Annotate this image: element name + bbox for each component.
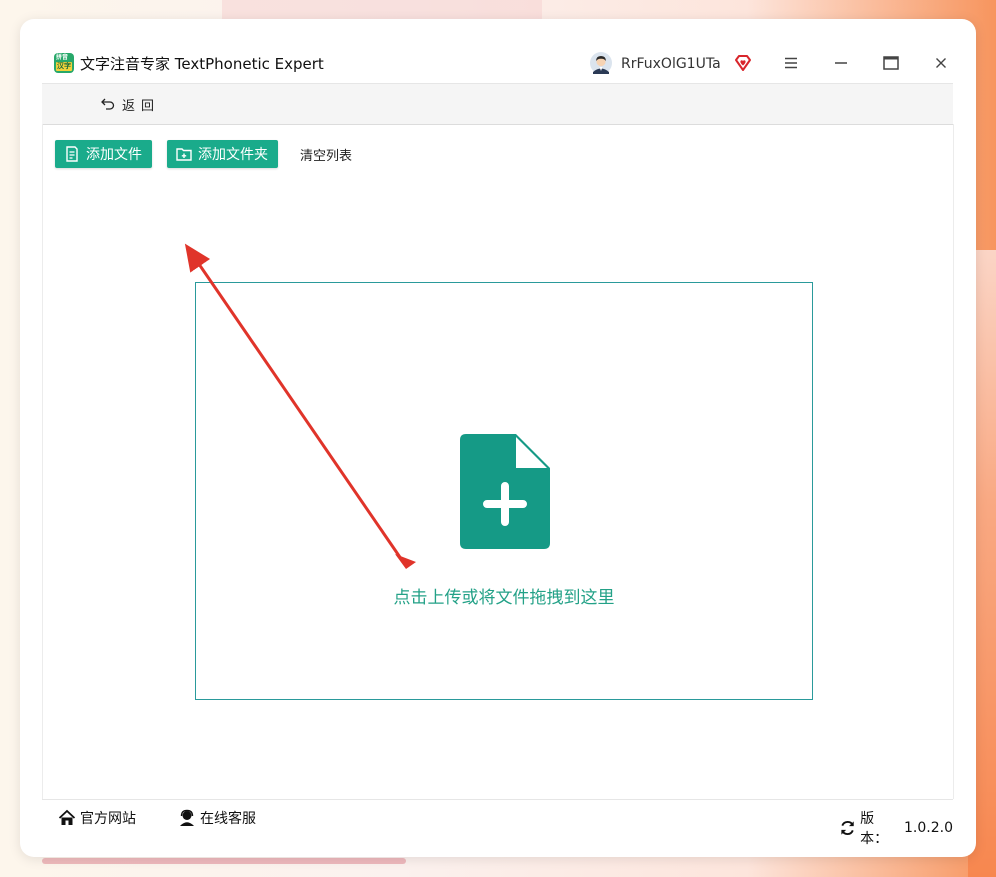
add-file-button[interactable]: 添加文件 [55, 140, 152, 168]
app-logo-icon: 拼音 汉字 [54, 53, 74, 73]
version-number: 1.0.2.0 [904, 820, 953, 836]
app-title: 文字注音专家 TextPhonetic Expert [80, 55, 324, 73]
navigation-bar: 返回 [42, 83, 953, 125]
background-decoration-bottom [42, 858, 406, 864]
maximize-icon[interactable] [879, 51, 903, 75]
file-list-icon [66, 146, 78, 162]
back-label: 返回 [122, 98, 161, 114]
user-avatar-icon[interactable] [590, 52, 612, 74]
add-folder-label: 添加文件夹 [198, 147, 268, 163]
official-website-label: 官方网站 [80, 811, 136, 827]
folder-plus-icon [176, 148, 192, 161]
version-label: 版本： [860, 811, 889, 847]
title-bar: 拼音 汉字 文字注音专家 TextPhonetic Expert RrFuxOl… [20, 19, 976, 83]
minimize-icon[interactable] [829, 51, 853, 75]
online-service-label: 在线客服 [200, 811, 256, 827]
clear-list-button[interactable]: 清空列表 [300, 145, 352, 164]
app-window: 拼音 汉字 文字注音专家 TextPhonetic Expert RrFuxOl… [20, 19, 976, 857]
footer-bar: 官方网站 在线客服 版本： 1.0.2.0 [42, 799, 953, 847]
file-plus-icon [460, 434, 550, 549]
add-folder-button[interactable]: 添加文件夹 [167, 140, 278, 168]
main-content: 添加文件 添加文件夹 清空列表 点击上传或将文件拖拽到这里 [42, 124, 954, 799]
undo-arrow-icon [101, 98, 115, 110]
online-service-link[interactable]: 在线客服 [178, 808, 256, 828]
back-button[interactable]: 返回 [100, 94, 160, 114]
app-logo-bottom-text: 汉字 [56, 62, 72, 71]
headset-icon [180, 809, 194, 826]
dropzone-hint: 点击上传或将文件拖拽到这里 [393, 588, 615, 608]
menu-icon[interactable] [779, 51, 803, 75]
username[interactable]: RrFuxOlG1UTa [621, 53, 721, 75]
refresh-icon [841, 821, 854, 835]
close-icon[interactable] [929, 51, 953, 75]
app-logo-top-text: 拼音 [56, 54, 69, 61]
home-icon [58, 809, 76, 825]
upload-dropzone[interactable]: 点击上传或将文件拖拽到这里 [195, 282, 813, 700]
diamond-heart-icon[interactable] [733, 53, 753, 73]
version-info: 版本： 1.0.2.0 [839, 808, 953, 848]
add-file-label: 添加文件 [86, 147, 142, 163]
official-website-link[interactable]: 官方网站 [58, 808, 136, 828]
